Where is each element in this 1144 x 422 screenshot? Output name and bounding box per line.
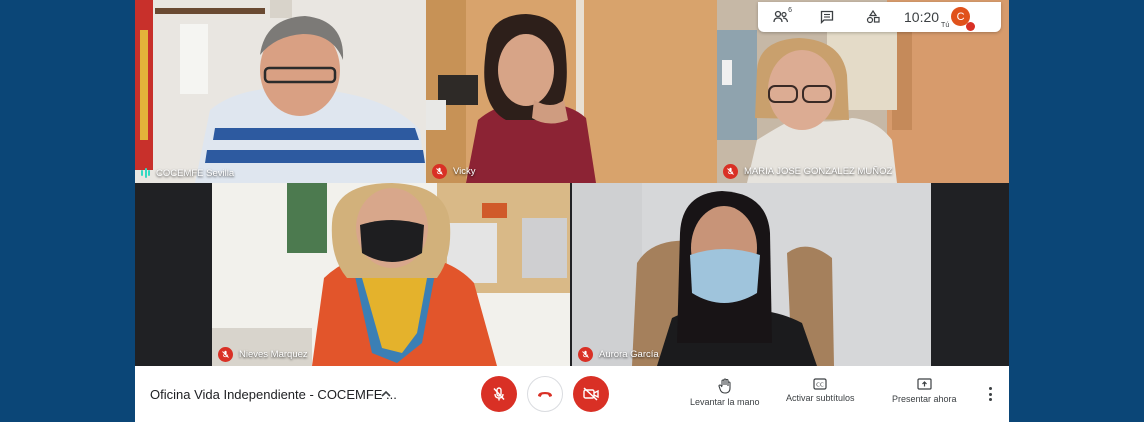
- captions-button[interactable]: CC Activar subtítulos: [786, 378, 855, 403]
- participant-name: Nieves Marquez: [239, 349, 308, 360]
- phone-hangup-icon: [538, 392, 552, 397]
- participant-name: Aurora García: [599, 349, 659, 360]
- participant-name: Vicky: [453, 166, 476, 177]
- video-feed: [572, 183, 931, 366]
- bottom-bar: Oficina Vida Independiente - COCEMFE ...…: [135, 366, 1009, 422]
- mic-toggle-button[interactable]: [481, 376, 517, 412]
- meet-window: COCEMFE Sevilla Vicky MARIA JOSE GONZALE…: [135, 0, 1009, 422]
- raise-hand-button[interactable]: Levantar la mano: [690, 378, 760, 407]
- self-mic-off-icon: [966, 22, 976, 31]
- participant-label: COCEMFE Sevilla: [141, 167, 234, 179]
- mic-off-icon: [432, 164, 447, 179]
- participant-label: Aurora García: [578, 347, 659, 362]
- captions-label: Activar subtítulos: [786, 393, 855, 403]
- more-vert-icon: [988, 387, 992, 390]
- participant-tile-nieves-marquez[interactable]: Nieves Marquez: [212, 183, 570, 366]
- people-button[interactable]: 6: [758, 2, 804, 32]
- mic-off-icon: [218, 347, 233, 362]
- participant-label: MARIA JOSE GONZALEZ MUÑOZ: [723, 164, 892, 179]
- participant-tile-vicky[interactable]: Vicky: [426, 0, 717, 183]
- meeting-title[interactable]: Oficina Vida Independiente - COCEMFE ...: [150, 387, 397, 402]
- self-label: Tú: [941, 22, 950, 29]
- camera-toggle-button[interactable]: [573, 376, 609, 412]
- clock: 10:20: [904, 9, 940, 25]
- chat-button[interactable]: [804, 2, 850, 32]
- chevron-up-icon[interactable]: [379, 387, 393, 401]
- participant-label: Vicky: [432, 164, 476, 179]
- video-grid: COCEMFE Sevilla Vicky MARIA JOSE GONZALE…: [135, 0, 1009, 366]
- video-feed: [426, 0, 717, 183]
- speaking-indicator-icon: [141, 167, 150, 179]
- participant-name: COCEMFE Sevilla: [156, 167, 235, 179]
- video-feed: [212, 183, 570, 366]
- present-now-label: Presentar ahora: [892, 394, 957, 404]
- top-bar: 6 10:20 C Tú: [758, 2, 1001, 32]
- raise-hand-label: Levantar la mano: [690, 397, 760, 407]
- people-icon: [773, 10, 789, 23]
- activities-button[interactable]: [850, 2, 896, 32]
- participant-tile-aurora-garcia[interactable]: Aurora García: [572, 183, 931, 366]
- captions-icon: CC: [813, 378, 827, 390]
- video-feed: [135, 0, 426, 183]
- participant-tile-cocemfe-sevilla[interactable]: COCEMFE Sevilla: [135, 0, 426, 183]
- participant-label: Nieves Marquez: [218, 347, 308, 362]
- more-options-button[interactable]: [983, 385, 997, 403]
- mic-off-icon: [578, 347, 593, 362]
- chat-icon: [820, 10, 834, 24]
- participants-count: 6: [788, 7, 792, 14]
- camera-off-icon: [583, 387, 599, 401]
- participant-name: MARIA JOSE GONZALEZ MUÑOZ: [744, 166, 893, 177]
- mic-off-icon: [723, 164, 738, 179]
- svg-text:CC: CC: [816, 382, 824, 388]
- hand-icon: [718, 378, 731, 394]
- mic-off-icon: [493, 387, 505, 401]
- present-screen-icon: [917, 378, 932, 390]
- hang-up-button[interactable]: [527, 376, 563, 412]
- activities-icon: [866, 10, 880, 24]
- present-now-button[interactable]: Presentar ahora: [892, 378, 957, 404]
- self-view[interactable]: C Tú: [941, 2, 976, 32]
